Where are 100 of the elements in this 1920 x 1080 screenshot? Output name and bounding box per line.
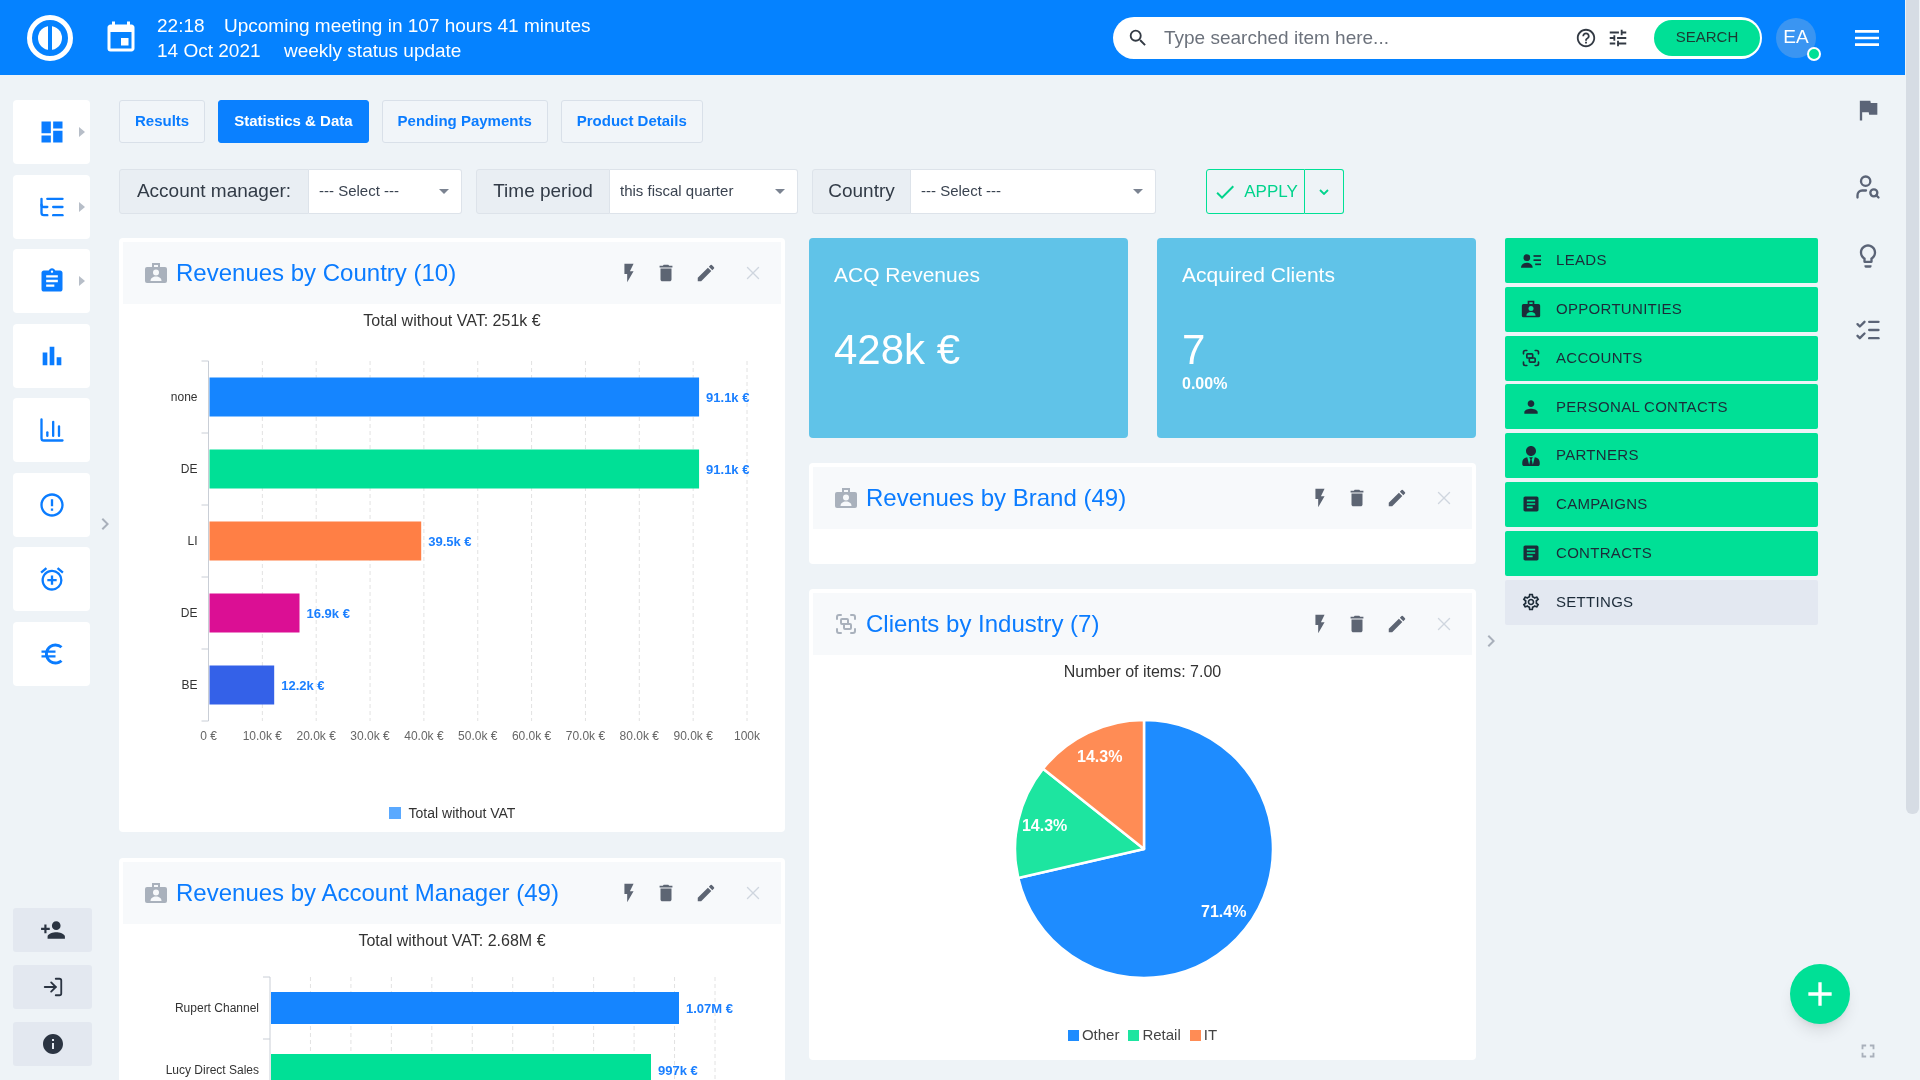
slice-label: 71.4% bbox=[1201, 903, 1247, 921]
quick-menu-item[interactable]: CAMPAIGNS bbox=[1505, 482, 1818, 527]
tick-label: 0 € bbox=[200, 729, 217, 743]
logo-icon[interactable] bbox=[27, 14, 73, 61]
legend-swatch-icon bbox=[1189, 1029, 1201, 1041]
scrollbar-thumb[interactable] bbox=[1906, 0, 1919, 814]
group-icon bbox=[1521, 348, 1541, 369]
help-icon[interactable] bbox=[1575, 26, 1597, 49]
sidebar-item[interactable] bbox=[13, 100, 90, 164]
chart-title: Total without VAT: 2.68M € bbox=[358, 932, 546, 949]
filter-label: Time period bbox=[476, 169, 610, 214]
category-label: Rupert Channel bbox=[174, 1001, 259, 1015]
add-user-button[interactable] bbox=[13, 908, 92, 952]
widget-title[interactable]: Revenues by Brand (49) bbox=[866, 480, 1127, 516]
legend-swatch-icon bbox=[388, 807, 401, 819]
chevron-down-icon bbox=[1319, 188, 1329, 195]
pencil-icon[interactable] bbox=[695, 262, 717, 284]
tick-label: 100k bbox=[734, 729, 760, 743]
tick-label: 60.0k € bbox=[511, 729, 552, 743]
user-search-icon[interactable] bbox=[1853, 173, 1882, 201]
value-label: 997k € bbox=[658, 1063, 698, 1078]
tick-label: 90.0k € bbox=[673, 729, 713, 743]
legend-label[interactable]: IT bbox=[1203, 1023, 1218, 1047]
legend-label[interactable]: Retail bbox=[1142, 1023, 1181, 1047]
quick-menu-item[interactable]: OPPORTUNITIES bbox=[1505, 286, 1818, 332]
widget-title[interactable]: Revenues by Account Manager (49) bbox=[176, 875, 559, 911]
info-button[interactable] bbox=[13, 1022, 92, 1066]
briefcase-person-icon bbox=[1521, 299, 1541, 320]
sidebar-item[interactable] bbox=[13, 323, 90, 388]
sidebar-item[interactable] bbox=[13, 398, 90, 462]
quick-menu-item[interactable]: PERSONAL CONTACTS bbox=[1505, 384, 1818, 430]
value-label: 16.9k € bbox=[306, 606, 350, 621]
tick-label: 70.0k € bbox=[565, 729, 606, 743]
kpi-title: Acquired Clients bbox=[1182, 262, 1336, 288]
meeting-date: 14 Oct 2021 bbox=[157, 38, 262, 63]
document-icon bbox=[1521, 543, 1541, 564]
sidebar-item[interactable] bbox=[13, 547, 90, 611]
legend-swatch-icon bbox=[1128, 1029, 1140, 1041]
category-label: BE bbox=[181, 678, 198, 692]
select-field[interactable]: --- Select --- bbox=[911, 169, 1156, 214]
filter-label: Account manager: bbox=[119, 169, 309, 214]
quick-menu-item[interactable]: PARTNERS bbox=[1505, 433, 1818, 479]
value-label: 12.2k € bbox=[281, 678, 325, 693]
quick-menu-item[interactable]: ACCOUNTS bbox=[1505, 335, 1818, 381]
slice-label: 14.3% bbox=[1077, 748, 1123, 766]
quick-menu-item[interactable]: LEADS bbox=[1505, 238, 1818, 283]
caret-icon bbox=[1133, 189, 1143, 194]
widget-title[interactable]: Revenues by Country (10) bbox=[176, 255, 457, 291]
caret-icon bbox=[775, 189, 785, 194]
sidebar-item[interactable] bbox=[13, 249, 90, 313]
settings-icon bbox=[1521, 592, 1541, 613]
sidebar-item[interactable] bbox=[13, 174, 90, 239]
kpi-value: 428k € bbox=[834, 326, 962, 374]
tab[interactable]: Pending Payments bbox=[381, 100, 548, 143]
legend-label[interactable]: Other bbox=[1081, 1023, 1120, 1047]
tick-label: 20.0k € bbox=[296, 729, 336, 743]
group-icon bbox=[834, 612, 858, 636]
meeting-name[interactable]: weekly status update bbox=[284, 37, 462, 63]
caret-icon bbox=[439, 189, 449, 194]
login-button[interactable] bbox=[13, 965, 92, 1009]
widget-title[interactable]: Clients by Industry (7) bbox=[866, 606, 1100, 642]
category-label: LI bbox=[187, 534, 198, 548]
category-label: none bbox=[170, 390, 198, 404]
select-field[interactable]: this fiscal quarter bbox=[610, 169, 798, 214]
tab[interactable]: Product Details bbox=[560, 100, 703, 143]
filter-label: Country bbox=[812, 169, 911, 214]
pencil-icon[interactable] bbox=[1386, 487, 1408, 509]
slice-label: 14.3% bbox=[1021, 817, 1068, 835]
category-label: DE bbox=[180, 462, 198, 476]
legend-swatch-icon bbox=[1067, 1029, 1079, 1041]
briefcase-person-icon bbox=[144, 882, 168, 904]
chart-title: Total without VAT: 251k € bbox=[363, 312, 541, 329]
tab[interactable]: Statistics & Data bbox=[218, 100, 369, 143]
search-button[interactable]: SEARCH bbox=[1654, 19, 1760, 56]
tab[interactable]: Results bbox=[119, 100, 206, 143]
chart-title: Number of items: 7.00 bbox=[1063, 663, 1222, 680]
meeting-title[interactable]: Upcoming meeting in 107 hours 41 minutes bbox=[224, 12, 591, 38]
value-label: 39.5k € bbox=[428, 534, 472, 549]
select-field[interactable]: --- Select --- bbox=[309, 169, 462, 214]
meeting-time: 22:18 bbox=[157, 13, 206, 38]
quick-menu-item[interactable]: CONTRACTS bbox=[1505, 530, 1818, 576]
category-label: DE bbox=[180, 606, 198, 620]
info-icon bbox=[40, 1032, 65, 1056]
person-tie-icon bbox=[1521, 445, 1541, 466]
pencil-icon[interactable] bbox=[695, 882, 717, 904]
login-icon bbox=[41, 976, 64, 998]
value-label: 1.07M € bbox=[686, 1001, 733, 1016]
kpi-change: 0.00% bbox=[1182, 374, 1229, 394]
legend-label[interactable]: Total without VAT bbox=[408, 802, 516, 824]
tick-label: 30.0k € bbox=[350, 729, 390, 743]
sidebar-item[interactable] bbox=[13, 621, 90, 686]
bar bbox=[209, 665, 275, 705]
search-field[interactable]: Type searched item here... SEARCH bbox=[1113, 16, 1762, 59]
tick-label: 80.0k € bbox=[619, 729, 659, 743]
value-label: 91.1k € bbox=[706, 390, 750, 405]
sidebar-item[interactable] bbox=[13, 472, 90, 537]
pencil-icon[interactable] bbox=[1386, 613, 1408, 635]
kpi-title: ACQ Revenues bbox=[834, 262, 981, 288]
category-label: Lucy Direct Sales bbox=[165, 1063, 259, 1077]
kpi-value: 7 bbox=[1182, 326, 1207, 374]
